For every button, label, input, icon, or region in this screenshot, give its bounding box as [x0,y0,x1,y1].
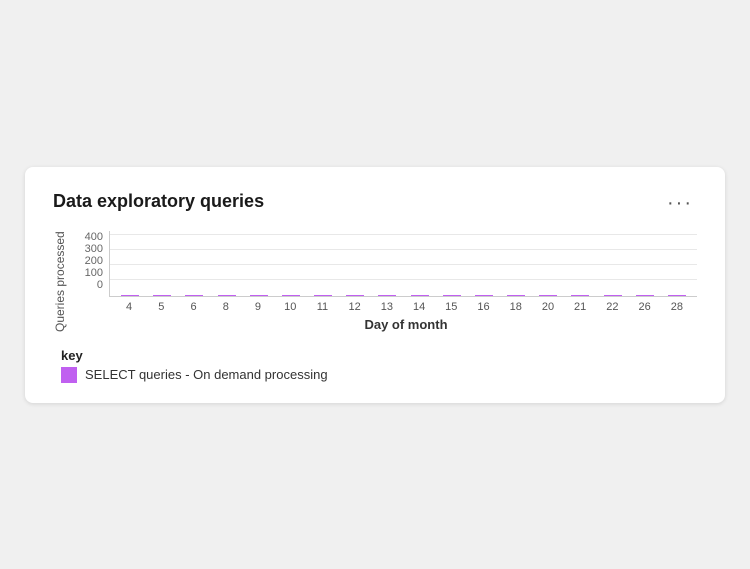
bar [636,295,654,296]
x-label: 9 [242,301,274,313]
bar [507,295,525,296]
bar-group [211,295,243,296]
x-label: 20 [532,301,564,313]
bar [668,295,686,296]
more-options-button[interactable]: ··· [663,191,697,215]
bar-group [564,295,596,296]
bar-group [146,295,178,296]
bar [153,295,171,296]
bar-group [629,295,661,296]
y-tick: 0 [97,279,103,291]
x-label: 13 [371,301,403,313]
x-label: 21 [564,301,596,313]
bar-group [307,295,339,296]
bar [250,295,268,296]
bar-group [436,295,468,296]
legend-title: key [61,348,697,363]
bar [571,295,589,296]
x-label: 12 [339,301,371,313]
bars-plot [109,231,697,297]
bar-group [371,295,403,296]
x-label: 14 [403,301,435,313]
bar-group [243,295,275,296]
bar-group [178,295,210,296]
legend-item-label: SELECT queries - On demand processing [85,367,328,382]
bars-row [110,231,697,296]
y-tick: 200 [85,255,103,267]
x-label: 28 [661,301,693,313]
bar [282,295,300,296]
card-title: Data exploratory queries [53,191,264,212]
legend-swatch [61,367,77,383]
bars-container: 4568910111213141516182021222628 [109,231,697,313]
bar-group [275,295,307,296]
legend-item: SELECT queries - On demand processing [61,367,697,383]
x-label: 11 [306,301,338,313]
x-label: 4 [113,301,145,313]
bar-group [468,295,500,296]
bar [378,295,396,296]
x-label: 16 [467,301,499,313]
card-header: Data exploratory queries ··· [53,191,697,215]
chart-area: Queries processed 0100200300400 45689101… [53,231,697,332]
bar-group [114,295,146,296]
data-exploratory-queries-card: Data exploratory queries ··· Queries pro… [25,167,725,403]
x-labels: 4568910111213141516182021222628 [109,297,697,313]
bar [185,295,203,296]
x-label: 8 [210,301,242,313]
x-label: 18 [500,301,532,313]
chart-inner: 0100200300400 45689101112131415161820212… [73,231,697,332]
bar-group [339,295,371,296]
bar [411,295,429,296]
x-label: 10 [274,301,306,313]
bar [121,295,139,296]
y-axis-label: Queries processed [53,231,67,332]
x-label: 22 [596,301,628,313]
legend: key SELECT queries - On demand processin… [61,348,697,383]
bar [475,295,493,296]
y-tick: 300 [85,243,103,255]
bar-group [532,295,564,296]
x-label: 6 [177,301,209,313]
x-axis-label: Day of month [115,317,697,332]
x-label: 5 [145,301,177,313]
bar [443,295,461,296]
y-tick: 400 [85,231,103,243]
bar [346,295,364,296]
x-label: 26 [629,301,661,313]
bar [218,295,236,296]
bar-group [661,295,693,296]
bar [604,295,622,296]
y-tick: 100 [85,267,103,279]
bar [539,295,557,296]
chart-with-yaxis: 0100200300400 45689101112131415161820212… [73,231,697,313]
x-label: 15 [435,301,467,313]
bar [314,295,332,296]
bar-group [404,295,436,296]
y-ticks: 0100200300400 [73,231,109,313]
bar-group [500,295,532,296]
bar-group [597,295,629,296]
